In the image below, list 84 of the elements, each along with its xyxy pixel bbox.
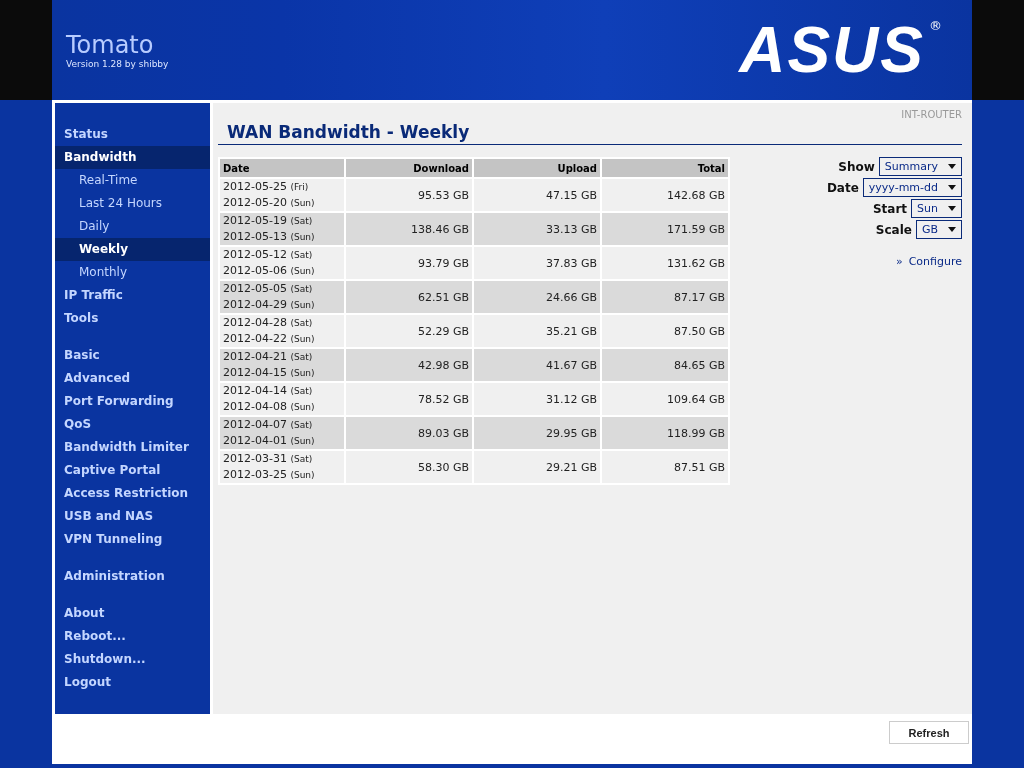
table-cell: 41.67 GB — [474, 349, 600, 381]
date-cell: 2012-04-28 (Sat) 2012-04-22 (Sun) — [220, 315, 344, 347]
table-cell: 87.51 GB — [602, 451, 728, 483]
menu-item[interactable]: Shutdown... — [55, 648, 210, 671]
table-cell: 52.29 GB — [346, 315, 472, 347]
table-cell: 33.13 GB — [474, 213, 600, 245]
table-cell: 87.17 GB — [602, 281, 728, 313]
menu-item[interactable]: Administration — [55, 565, 210, 588]
column-header: Total — [602, 159, 728, 177]
caret-icon — [948, 206, 956, 211]
menu-item[interactable]: Status — [55, 123, 210, 146]
submenu-item[interactable]: Weekly — [55, 238, 210, 261]
column-header: Download — [346, 159, 472, 177]
date-cell: 2012-04-07 (Sat) 2012-04-01 (Sun) — [220, 417, 344, 449]
menu-item[interactable]: Reboot... — [55, 625, 210, 648]
table-cell: 138.46 GB — [346, 213, 472, 245]
app-title: Tomato — [66, 31, 155, 59]
table-cell: 142.68 GB — [602, 179, 728, 211]
menu-item[interactable]: IP Traffic — [55, 284, 210, 307]
option-label: Start — [872, 201, 908, 216]
menu-item[interactable]: Bandwidth — [55, 146, 210, 169]
option-label: Date — [826, 180, 859, 195]
table-cell: 89.03 GB — [346, 417, 472, 449]
table-cell: 62.51 GB — [346, 281, 472, 313]
menu-item[interactable]: Bandwidth Limiter — [55, 436, 210, 459]
caret-icon — [948, 227, 956, 232]
menu-item[interactable]: Advanced — [55, 367, 210, 390]
menu-item[interactable]: Tools — [55, 307, 210, 330]
dropdown[interactable]: yyyy-mm-dd — [862, 178, 962, 197]
table-cell: 29.95 GB — [474, 417, 600, 449]
table-cell: 93.79 GB — [346, 247, 472, 279]
dropdown[interactable]: GB — [915, 220, 962, 239]
configure-link[interactable]: Configure — [908, 255, 962, 268]
table-cell: 42.98 GB — [346, 349, 472, 381]
refresh-button[interactable]: Refresh — [889, 721, 969, 744]
table-cell: 171.59 GB — [602, 213, 728, 245]
date-cell: 2012-03-31 (Sat) 2012-03-25 (Sun) — [220, 451, 344, 483]
table-cell: 29.21 GB — [474, 451, 600, 483]
table-cell: 95.53 GB — [346, 179, 472, 211]
table-cell: 37.83 GB — [474, 247, 600, 279]
date-cell: 2012-04-21 (Sat) 2012-04-15 (Sun) — [220, 349, 344, 381]
column-header: Upload — [474, 159, 600, 177]
table-cell: 35.21 GB — [474, 315, 600, 347]
menu-item[interactable]: Port Forwarding — [55, 390, 210, 413]
submenu-item[interactable]: Daily — [55, 215, 210, 238]
router-name: INT-ROUTER — [900, 109, 962, 120]
table-cell: 131.62 GB — [602, 247, 728, 279]
registered-mark: ® — [929, 18, 942, 33]
table-cell: 87.50 GB — [602, 315, 728, 347]
menu-item[interactable]: QoS — [55, 413, 210, 436]
date-cell: 2012-04-14 (Sat) 2012-04-08 (Sun) — [220, 383, 344, 415]
menu-item[interactable]: USB and NAS — [55, 505, 210, 528]
menu-item[interactable]: Logout — [55, 671, 210, 694]
option-label: Show — [838, 159, 875, 174]
date-cell: 2012-05-25 (Fri) 2012-05-20 (Sun) — [220, 179, 344, 211]
table-cell: 31.12 GB — [474, 383, 600, 415]
submenu-item[interactable]: Last 24 Hours — [55, 192, 210, 215]
table-cell: 109.64 GB — [602, 383, 728, 415]
date-cell: 2012-05-05 (Sat) 2012-04-29 (Sun) — [220, 281, 344, 313]
brand-logo: ASUS — [739, 18, 925, 82]
table-cell: 118.99 GB — [602, 417, 728, 449]
menu-item[interactable]: Access Restriction — [55, 482, 210, 505]
table-cell: 24.66 GB — [474, 281, 600, 313]
caret-icon — [948, 185, 956, 190]
date-cell: 2012-05-12 (Sat) 2012-05-06 (Sun) — [220, 247, 344, 279]
table-cell: 58.30 GB — [346, 451, 472, 483]
menu-item[interactable]: About — [55, 602, 210, 625]
option-label: Scale — [875, 222, 912, 237]
column-header: Date — [220, 159, 344, 177]
dropdown[interactable]: Summary — [878, 157, 962, 176]
submenu-item[interactable]: Real-Time — [55, 169, 210, 192]
table-cell: 84.65 GB — [602, 349, 728, 381]
chevron-icon: » — [895, 255, 903, 268]
caret-icon — [948, 164, 956, 169]
dropdown[interactable]: Sun — [911, 199, 962, 218]
version-text: Version 1.28 by shibby — [66, 59, 169, 69]
date-cell: 2012-05-19 (Sat) 2012-05-13 (Sun) — [220, 213, 344, 245]
menu-item[interactable]: VPN Tunneling — [55, 528, 210, 551]
page-title: WAN Bandwidth - Weekly — [218, 120, 962, 145]
table-cell: 47.15 GB — [474, 179, 600, 211]
menu-item[interactable]: Basic — [55, 344, 210, 367]
submenu-item[interactable]: Monthly — [55, 261, 210, 284]
table-cell: 78.52 GB — [346, 383, 472, 415]
menu-item[interactable]: Captive Portal — [55, 459, 210, 482]
